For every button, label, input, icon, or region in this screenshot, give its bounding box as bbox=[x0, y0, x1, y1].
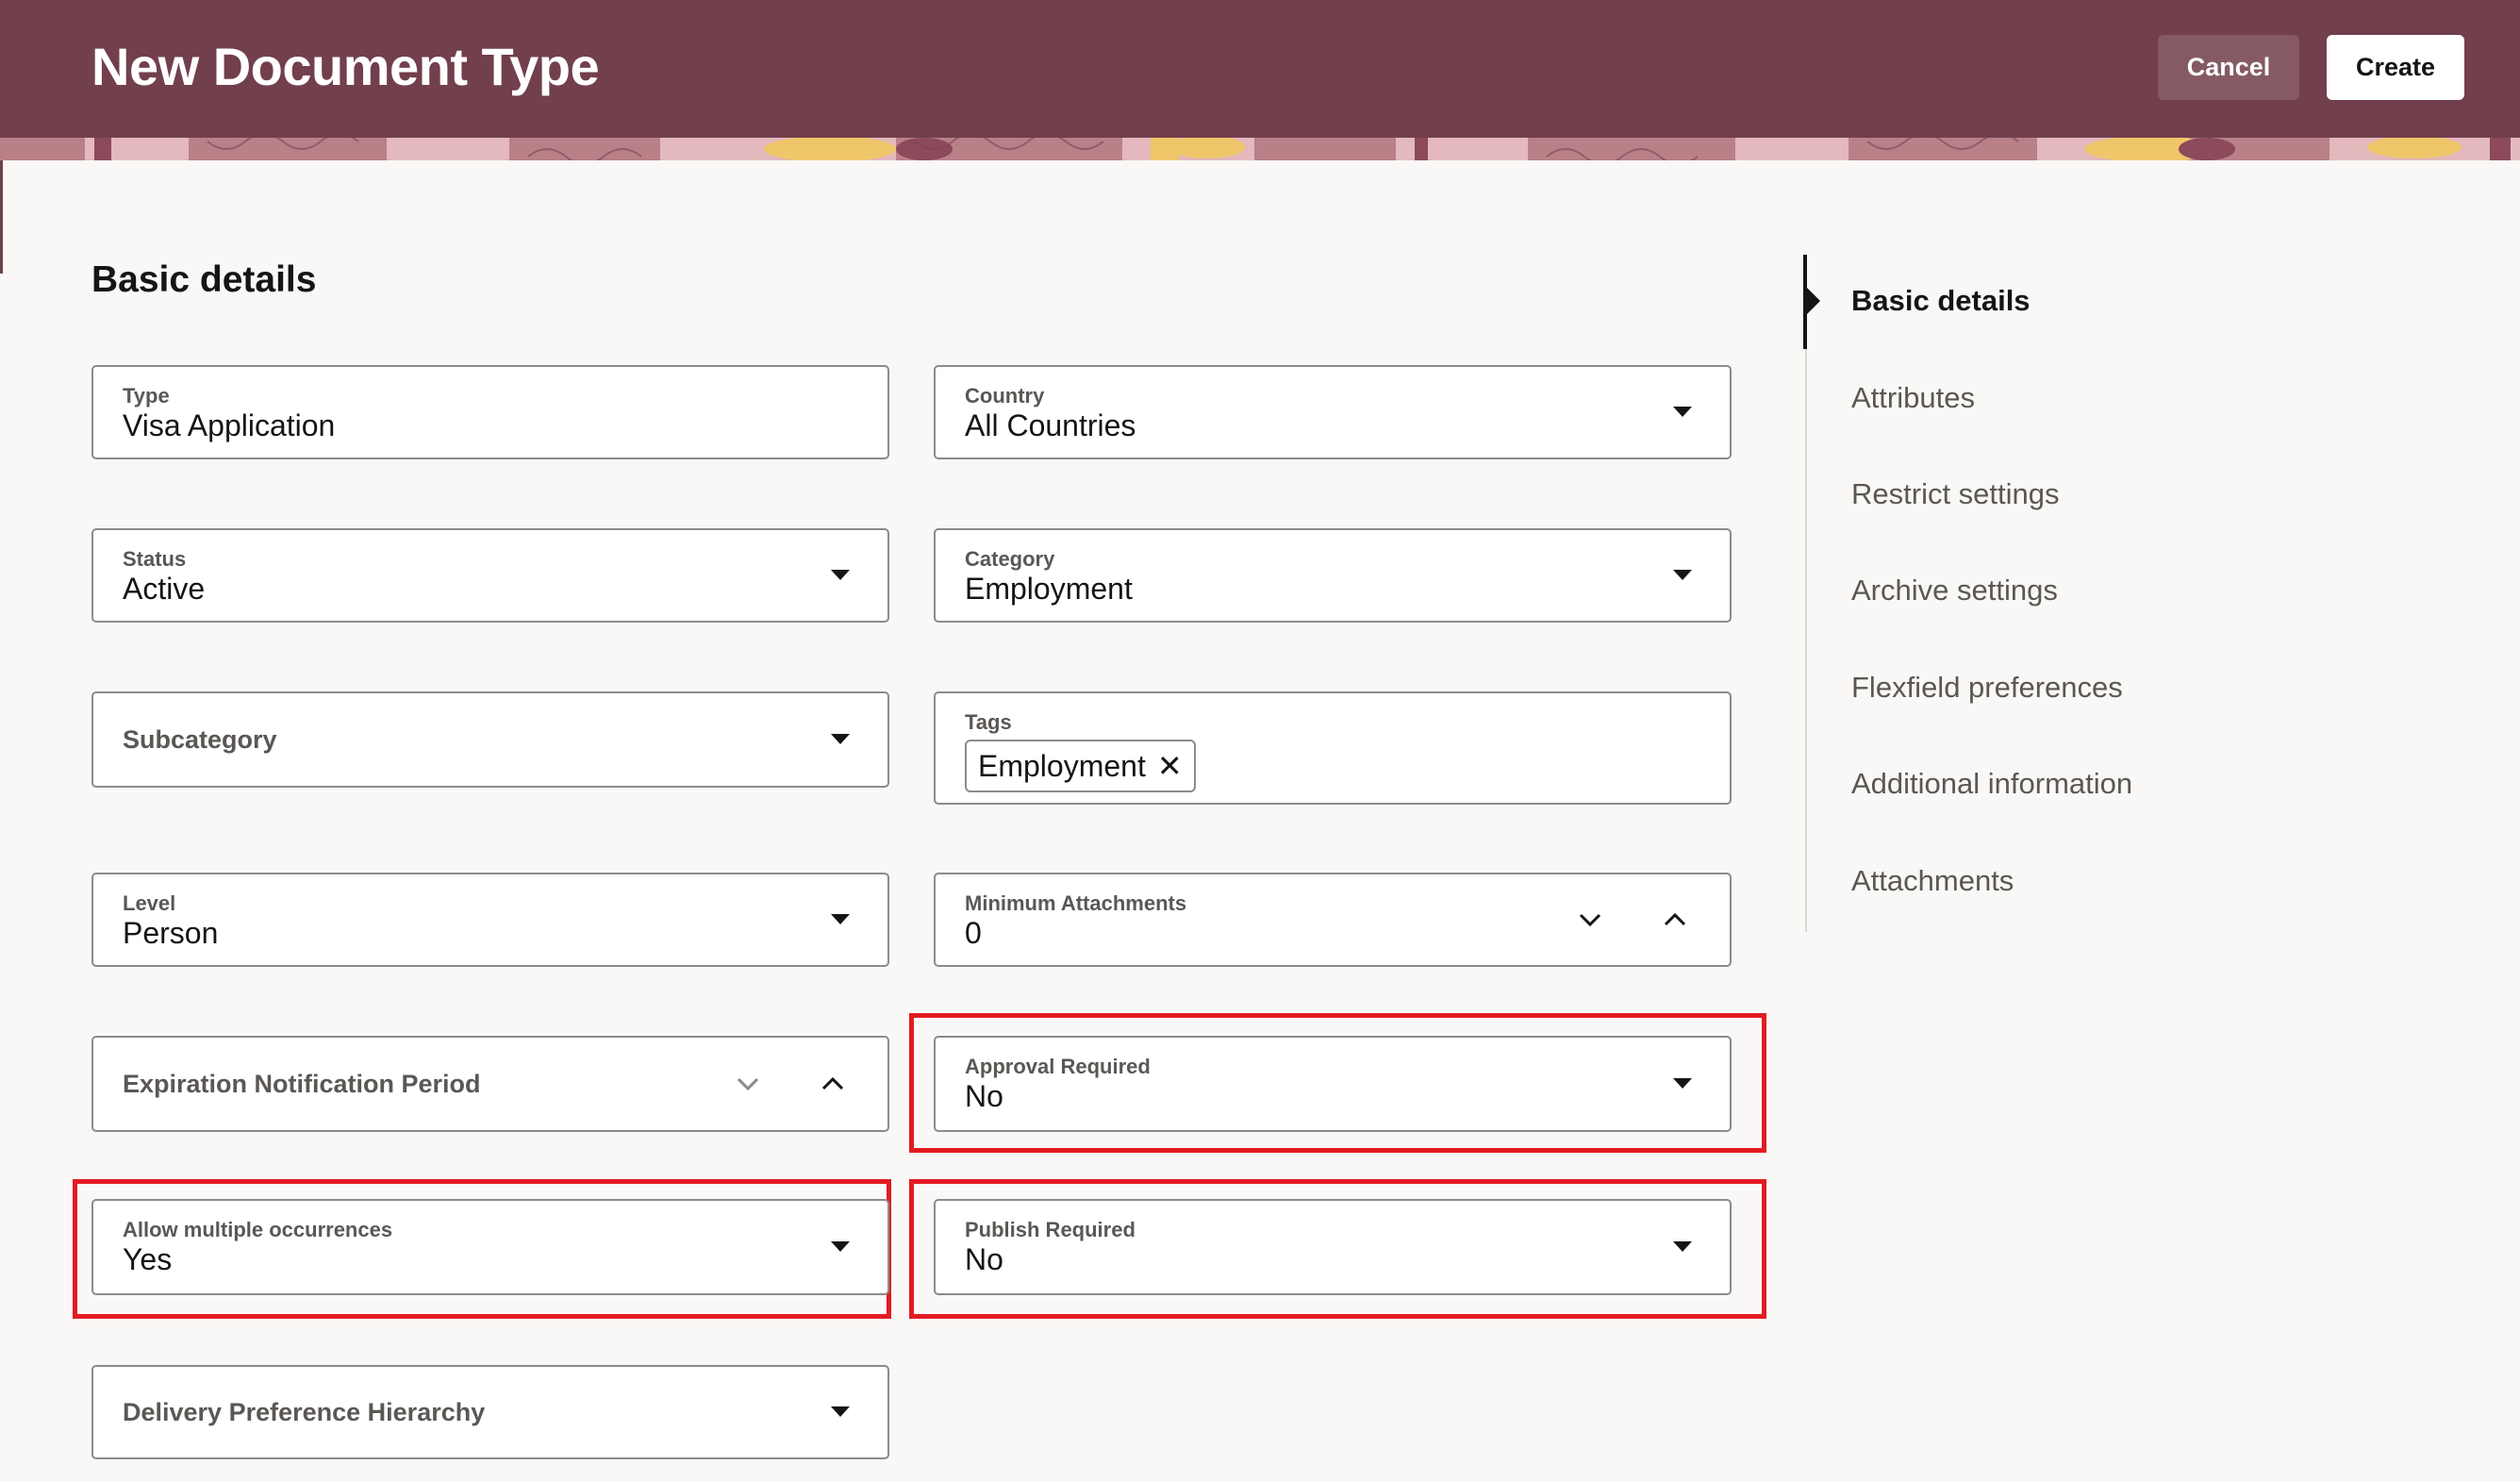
level-select[interactable]: Level Person bbox=[91, 873, 889, 967]
level-label: Level bbox=[123, 891, 176, 915]
status-value: Active bbox=[123, 572, 206, 606]
approval-required-value: No bbox=[965, 1079, 1003, 1113]
caret-down-icon[interactable] bbox=[1673, 407, 1692, 417]
cancel-button[interactable]: Cancel bbox=[2158, 35, 2299, 100]
allow-multiple-occurrences-value: Yes bbox=[123, 1242, 173, 1276]
expiration-notification-period-stepper[interactable]: Expiration Notification Period bbox=[91, 1036, 889, 1132]
publish-required-select[interactable]: Publish Required No bbox=[934, 1199, 1732, 1295]
status-label: Status bbox=[123, 547, 187, 571]
section-nav-track bbox=[1805, 255, 1807, 932]
tags-label: Tags bbox=[965, 710, 1012, 734]
chevron-up-icon[interactable] bbox=[821, 1075, 845, 1092]
caret-down-icon[interactable] bbox=[1673, 1241, 1692, 1252]
type-field[interactable]: Type Visa Application bbox=[91, 365, 889, 459]
tag-chip-employment: Employment ✕ bbox=[965, 740, 1196, 792]
close-icon[interactable]: ✕ bbox=[1157, 751, 1183, 781]
country-label: Country bbox=[965, 384, 1045, 408]
type-value: Visa Application bbox=[123, 408, 336, 442]
chevron-down-icon[interactable] bbox=[1578, 911, 1602, 928]
caret-down-icon[interactable] bbox=[831, 1241, 850, 1252]
nav-item-flexfield-preferences[interactable]: Flexfield preferences bbox=[1851, 671, 2123, 705]
header-pattern-decoration bbox=[0, 138, 2520, 160]
delivery-preference-hierarchy-label: Delivery Preference Hierarchy bbox=[123, 1397, 486, 1426]
allow-multiple-occurrences-label: Allow multiple occurrences bbox=[123, 1218, 393, 1241]
caret-right-icon bbox=[1807, 288, 1820, 314]
category-label: Category bbox=[965, 547, 1055, 571]
caret-down-icon[interactable] bbox=[831, 734, 850, 744]
nav-item-archive-settings[interactable]: Archive settings bbox=[1851, 574, 2058, 607]
country-select[interactable]: Country All Countries bbox=[934, 365, 1732, 459]
country-value: All Countries bbox=[965, 408, 1136, 442]
minimum-attachments-label: Minimum Attachments bbox=[965, 891, 1187, 915]
status-select[interactable]: Status Active bbox=[91, 528, 889, 623]
category-select[interactable]: Category Employment bbox=[934, 528, 1732, 623]
create-button[interactable]: Create bbox=[2327, 35, 2464, 100]
caret-down-icon[interactable] bbox=[831, 570, 850, 580]
page-header: New Document Type Cancel Create bbox=[0, 0, 2520, 138]
publish-required-label: Publish Required bbox=[965, 1218, 1136, 1241]
level-value: Person bbox=[123, 916, 219, 950]
caret-down-icon[interactable] bbox=[1673, 570, 1692, 580]
delivery-preference-hierarchy-select[interactable]: Delivery Preference Hierarchy bbox=[91, 1365, 889, 1459]
publish-required-value: No bbox=[965, 1242, 1003, 1276]
caret-down-icon[interactable] bbox=[1673, 1078, 1692, 1089]
section-title: Basic details bbox=[91, 259, 317, 300]
allow-multiple-occurrences-select[interactable]: Allow multiple occurrences Yes bbox=[91, 1199, 889, 1295]
nav-item-additional-information[interactable]: Additional information bbox=[1851, 767, 2132, 801]
approval-required-label: Approval Required bbox=[965, 1055, 1151, 1078]
type-label: Type bbox=[123, 384, 170, 408]
chevron-down-icon[interactable] bbox=[736, 1075, 760, 1092]
tags-input[interactable]: Tags Employment ✕ bbox=[934, 691, 1732, 805]
category-value: Employment bbox=[965, 572, 1133, 606]
minimum-attachments-stepper[interactable]: Minimum Attachments 0 bbox=[934, 873, 1732, 967]
chevron-up-icon[interactable] bbox=[1663, 911, 1687, 928]
minimum-attachments-value: 0 bbox=[965, 916, 982, 950]
nav-item-basic-details[interactable]: Basic details bbox=[1851, 284, 2031, 318]
nav-item-attributes[interactable]: Attributes bbox=[1851, 381, 1975, 415]
left-accent-edge bbox=[0, 160, 3, 274]
page-title: New Document Type bbox=[91, 37, 600, 96]
subcategory-label: Subcategory bbox=[123, 724, 277, 754]
subcategory-select[interactable]: Subcategory bbox=[91, 691, 889, 788]
caret-down-icon[interactable] bbox=[831, 914, 850, 924]
tag-chip-label: Employment bbox=[978, 748, 1146, 783]
approval-required-select[interactable]: Approval Required No bbox=[934, 1036, 1732, 1132]
expiration-notification-period-label: Expiration Notification Period bbox=[123, 1069, 481, 1098]
nav-item-attachments[interactable]: Attachments bbox=[1851, 864, 2014, 898]
caret-down-icon[interactable] bbox=[831, 1406, 850, 1417]
nav-item-restrict-settings[interactable]: Restrict settings bbox=[1851, 477, 2060, 511]
